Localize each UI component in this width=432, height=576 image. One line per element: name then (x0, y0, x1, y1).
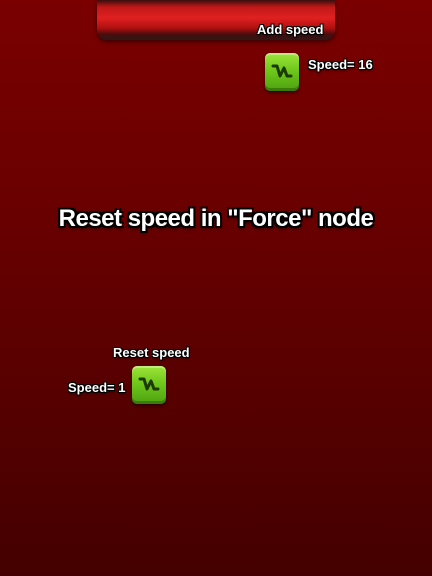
instruction-title: Reset speed in "Force" node (58, 205, 374, 232)
speed-block-icon (138, 377, 160, 391)
add-speed-block[interactable] (265, 53, 299, 91)
speed-block-icon (271, 64, 293, 78)
add-speed-value: Speed= 16 (308, 57, 373, 72)
reset-speed-block[interactable] (132, 366, 166, 404)
reset-speed-value: Speed= 1 (68, 380, 126, 395)
add-speed-title: Add speed (257, 22, 324, 37)
reset-speed-title: Reset speed (113, 345, 190, 360)
